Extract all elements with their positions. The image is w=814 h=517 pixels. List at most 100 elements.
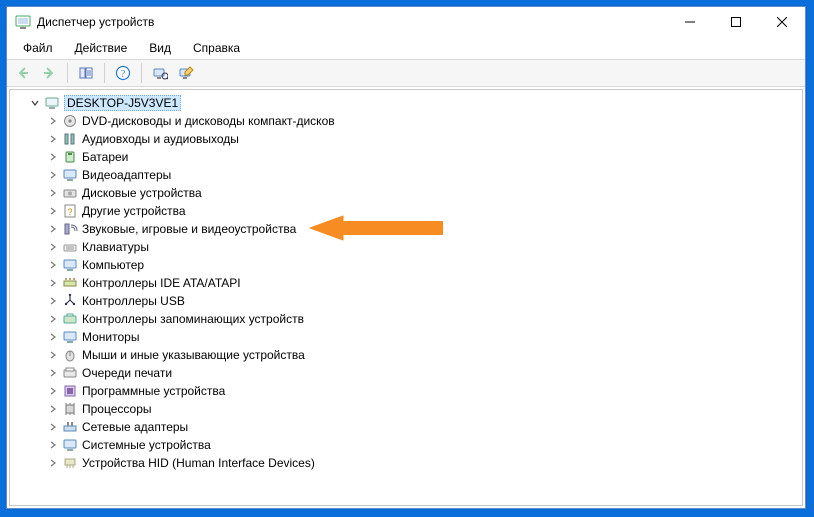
tree-item[interactable]: Устройства HID (Human Interface Devices) (10, 454, 802, 472)
usb-controller-icon (62, 293, 78, 309)
keyboard-icon (62, 239, 78, 255)
chevron-right-icon[interactable] (46, 258, 60, 272)
tree-item-label: Контроллеры запоминающих устройств (82, 312, 304, 326)
tree-item[interactable]: Аудиовходы и аудиовыходы (10, 130, 802, 148)
tree-item-label: DVD-дисководы и дисководы компакт-дисков (82, 114, 335, 128)
tree-item[interactable]: Звуковые, игровые и видеоустройства (10, 220, 802, 238)
network-adapter-icon (62, 419, 78, 435)
tree-item-label: Сетевые адаптеры (82, 420, 188, 434)
chevron-right-icon[interactable] (46, 168, 60, 182)
menu-file[interactable]: Файл (15, 39, 61, 57)
tree-item[interactable]: Процессоры (10, 400, 802, 418)
svg-text:?: ? (121, 69, 126, 80)
tree-item[interactable]: Дисковые устройства (10, 184, 802, 202)
toolbar-scan-button[interactable] (148, 62, 172, 84)
tree-item[interactable]: Сетевые адаптеры (10, 418, 802, 436)
chevron-right-icon[interactable] (46, 150, 60, 164)
tree-item-label: Устройства HID (Human Interface Devices) (82, 456, 315, 470)
tree-item[interactable]: Системные устройства (10, 436, 802, 454)
chevron-right-icon[interactable] (46, 204, 60, 218)
tree-root-label: DESKTOP-J5V3VE1 (64, 95, 181, 111)
toolbar: ? (7, 59, 805, 87)
tree-item-label: Мониторы (82, 330, 139, 344)
chevron-right-icon[interactable] (46, 348, 60, 362)
tree-item-label: Программные устройства (82, 384, 225, 398)
tree-item-label: Мыши и иные указывающие устройства (82, 348, 305, 362)
toolbar-properties-button[interactable] (174, 62, 198, 84)
monitor-icon (62, 329, 78, 345)
chevron-right-icon[interactable] (46, 294, 60, 308)
toolbar-separator (67, 63, 68, 83)
tree-item-label: Видеоадаптеры (82, 168, 171, 182)
toolbar-help-button[interactable]: ? (111, 62, 135, 84)
svg-text:?: ? (67, 207, 72, 217)
tree-item[interactable]: Контроллеры USB (10, 292, 802, 310)
storage-controller-icon (62, 311, 78, 327)
chevron-right-icon[interactable] (46, 312, 60, 326)
chevron-right-icon[interactable] (46, 438, 60, 452)
tree-item[interactable]: Батареи (10, 148, 802, 166)
toolbar-separator (104, 63, 105, 83)
tree-item[interactable]: Мыши и иные указывающие устройства (10, 346, 802, 364)
other-devices-icon: ? (62, 203, 78, 219)
titlebar: Диспетчер устройств (7, 7, 805, 37)
chevron-right-icon[interactable] (46, 366, 60, 380)
device-tree-panel[interactable]: DESKTOP-J5V3VE1 DVD-дисководы и дисковод… (9, 89, 803, 506)
app-icon (15, 14, 31, 30)
chevron-right-icon[interactable] (46, 402, 60, 416)
menubar: Файл Действие Вид Справка (7, 37, 805, 59)
tree-item-label: Процессоры (82, 402, 152, 416)
minimize-button[interactable] (667, 7, 713, 37)
tree-item-label: Звуковые, игровые и видеоустройства (82, 222, 296, 236)
chevron-right-icon[interactable] (46, 330, 60, 344)
chevron-right-icon[interactable] (46, 456, 60, 470)
device-manager-window: Диспетчер устройств Файл Действие Вид Сп… (6, 6, 806, 509)
tree-item[interactable]: Компьютер (10, 256, 802, 274)
menu-action[interactable]: Действие (67, 39, 136, 57)
chevron-right-icon[interactable] (46, 420, 60, 434)
tree-item[interactable]: Очереди печати (10, 364, 802, 382)
chevron-right-icon[interactable] (46, 114, 60, 128)
window-title: Диспетчер устройств (37, 15, 154, 29)
computer-icon (44, 95, 60, 111)
chevron-right-icon[interactable] (46, 186, 60, 200)
toolbar-show-hide-button[interactable] (74, 62, 98, 84)
device-tree: DESKTOP-J5V3VE1 DVD-дисководы и дисковод… (10, 90, 802, 480)
tree-item-label: Аудиовходы и аудиовыходы (82, 132, 239, 146)
computer-icon (62, 257, 78, 273)
tree-item-label: Другие устройства (82, 204, 186, 218)
sound-controller-icon (62, 221, 78, 237)
hid-device-icon (62, 455, 78, 471)
tree-item[interactable]: Контроллеры IDE ATA/ATAPI (10, 274, 802, 292)
chevron-right-icon[interactable] (46, 276, 60, 290)
chevron-down-icon[interactable] (28, 96, 42, 110)
chevron-right-icon[interactable] (46, 384, 60, 398)
tree-item[interactable]: Контроллеры запоминающих устройств (10, 310, 802, 328)
tree-item-label: Клавиатуры (82, 240, 149, 254)
dvd-drive-icon (62, 113, 78, 129)
tree-item[interactable]: Клавиатуры (10, 238, 802, 256)
tree-item-label: Очереди печати (82, 366, 172, 380)
tree-item[interactable]: Мониторы (10, 328, 802, 346)
tree-root-node[interactable]: DESKTOP-J5V3VE1 (10, 94, 802, 112)
toolbar-forward-button[interactable] (37, 62, 61, 84)
menu-help[interactable]: Справка (185, 39, 248, 57)
system-device-icon (62, 437, 78, 453)
close-button[interactable] (759, 7, 805, 37)
tree-item[interactable]: Видеоадаптеры (10, 166, 802, 184)
tree-item[interactable]: Программные устройства (10, 382, 802, 400)
menu-view[interactable]: Вид (141, 39, 179, 57)
display-adapter-icon (62, 167, 78, 183)
chevron-right-icon[interactable] (46, 222, 60, 236)
print-queue-icon (62, 365, 78, 381)
tree-item-label: Контроллеры IDE ATA/ATAPI (82, 276, 241, 290)
tree-item[interactable]: ? Другие устройства (10, 202, 802, 220)
maximize-button[interactable] (713, 7, 759, 37)
toolbar-back-button[interactable] (11, 62, 35, 84)
disk-drive-icon (62, 185, 78, 201)
chevron-right-icon[interactable] (46, 240, 60, 254)
ide-controller-icon (62, 275, 78, 291)
processor-icon (62, 401, 78, 417)
chevron-right-icon[interactable] (46, 132, 60, 146)
tree-item[interactable]: DVD-дисководы и дисководы компакт-дисков (10, 112, 802, 130)
